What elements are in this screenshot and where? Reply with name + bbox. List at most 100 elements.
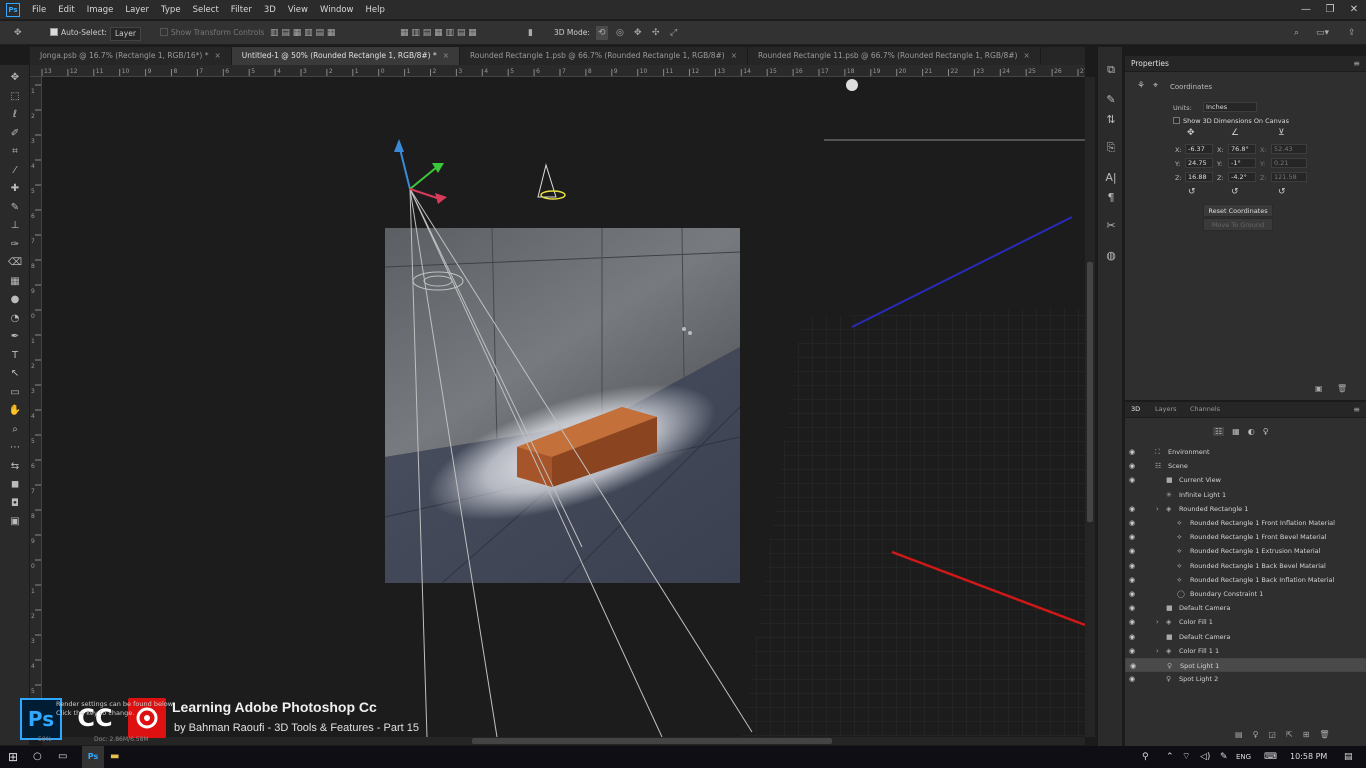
brush-settings-icon[interactable]: ✎ — [1098, 93, 1124, 106]
blur-tool-icon[interactable]: ● — [0, 291, 30, 309]
move-to-ground-button[interactable]: Move To Ground — [1203, 218, 1273, 231]
eyedropper-icon[interactable]: ⁄ — [0, 162, 30, 180]
coordinates-icon[interactable]: ⌖ — [1153, 81, 1158, 91]
auto-align-icon[interactable]: ▮ — [528, 26, 533, 40]
tab-3d[interactable]: 3D — [1131, 405, 1140, 413]
path-select-icon[interactable]: ↖ — [0, 365, 30, 383]
menu-help[interactable]: Help — [360, 0, 391, 20]
screen-mode-icon[interactable]: ▣ — [0, 513, 30, 531]
file-explorer-icon[interactable]: ▬ — [110, 746, 119, 768]
rot-z-field[interactable]: -4.2° — [1228, 172, 1256, 182]
lights-icon[interactable]: ♀ — [1263, 427, 1269, 436]
3d-layer-row[interactable]: ◉ ⟡ Rounded Rectangle 1 Extrusion Material — [1125, 544, 1366, 558]
quick-select-icon[interactable]: ✐ — [0, 125, 30, 143]
pen-tool-icon[interactable]: ✒ — [0, 328, 30, 346]
reset-rotation-icon[interactable]: ↺ — [1231, 187, 1239, 197]
doc-size[interactable]: Doc: 2.86M/6.58M — [94, 736, 149, 743]
zoom-tool-icon[interactable]: ⌕ — [0, 421, 30, 439]
menu-3d[interactable]: 3D — [258, 0, 282, 20]
document-canvas[interactable] — [42, 77, 1085, 737]
menu-image[interactable]: Image — [81, 0, 120, 20]
3d-layer-row[interactable]: ◉ ☷ Scene — [1125, 459, 1366, 473]
pos-y-field[interactable]: 24.75 — [1185, 158, 1213, 168]
healing-brush-icon[interactable]: ✚ — [0, 180, 30, 198]
gradient-icon[interactable]: ▦ — [0, 273, 30, 291]
3d-layer-row[interactable]: ✳ Infinite Light 1 — [1125, 488, 1366, 502]
3d-layer-row[interactable]: ◉ ⟡ Rounded Rectangle 1 Front Bevel Materi… — [1125, 530, 1366, 544]
menu-edit[interactable]: Edit — [52, 0, 80, 20]
light-cone-icon[interactable] — [537, 163, 566, 200]
visibility-eye-icon[interactable]: ◉ — [1129, 644, 1135, 658]
close-tab-icon[interactable]: × — [214, 51, 220, 60]
visibility-eye-icon[interactable]: ◉ — [1129, 672, 1135, 686]
scale-y-field[interactable]: 0.21 — [1271, 158, 1307, 168]
scale-z-field[interactable]: 121.58 — [1271, 172, 1307, 182]
auto-select-checkbox[interactable]: Auto-Select: — [50, 26, 107, 40]
crop-tool-icon[interactable]: ⌗ — [0, 143, 30, 161]
distribute-icons[interactable]: ▦ ▥ ▤ ▦ ▥ ▤ ▦ — [400, 26, 477, 40]
pen-icon[interactable]: ✎ — [1220, 746, 1228, 768]
scroll-thumb[interactable] — [472, 738, 832, 744]
infinite-light-icon[interactable] — [846, 79, 858, 91]
scale-x-field[interactable]: 52.43 — [1271, 144, 1307, 154]
dodge-tool-icon[interactable]: ◔ — [0, 310, 30, 328]
document-tab[interactable]: Jonga.psb @ 16.7% (Rectangle 1, RGB/16*)… — [30, 47, 232, 65]
align-icons[interactable]: ▥ ▤ ▦ ▥ ▤ ▦ — [270, 26, 335, 40]
visibility-eye-icon[interactable]: ◉ — [1129, 502, 1135, 516]
menu-filter[interactable]: Filter — [225, 0, 258, 20]
visibility-eye-icon[interactable]: ◉ — [1129, 459, 1135, 473]
type-tool-icon[interactable]: T — [0, 347, 30, 365]
add-light-icon[interactable]: ♀ — [1253, 730, 1259, 739]
vertical-scrollbar[interactable] — [1085, 77, 1095, 737]
pos-z-field[interactable]: 16.88 — [1185, 172, 1213, 182]
properties-tab-icon[interactable]: ⚘ — [1137, 81, 1145, 91]
history-brush-icon[interactable]: ✑ — [0, 236, 30, 254]
3d-layer-row[interactable]: ◉ › ◈ Color Fill 1 1 — [1125, 644, 1366, 658]
shape-tool-icon[interactable]: ▭ — [0, 384, 30, 402]
expand-chevron-icon[interactable]: › — [1156, 502, 1159, 516]
3d-layer-row[interactable]: ◉ › ◈ Color Fill 1 — [1125, 615, 1366, 629]
materials-icon[interactable]: ◐ — [1248, 427, 1255, 436]
visibility-eye-icon[interactable]: ◉ — [1129, 530, 1135, 544]
clone-stamp-icon[interactable]: ⊥ — [0, 217, 30, 235]
adjustments-icon[interactable]: ⇅ — [1098, 113, 1124, 126]
clone-source-icon[interactable]: ⎘ — [1098, 141, 1124, 155]
visibility-eye-icon[interactable]: ◉ — [1129, 516, 1135, 530]
clock[interactable]: 10:58 PM — [1290, 746, 1327, 768]
people-icon[interactable]: ⚲ — [1142, 746, 1149, 768]
panel-options-icon[interactable]: ▣ — [1315, 384, 1323, 393]
minimize-button[interactable]: — — [1294, 0, 1318, 20]
menu-type[interactable]: Type — [155, 0, 187, 20]
menu-file[interactable]: File — [26, 0, 52, 20]
marquee-tool-icon[interactable]: ⬚ — [0, 88, 30, 106]
reset-position-icon[interactable]: ↺ — [1188, 187, 1196, 197]
orbit-icon[interactable]: ⟲ — [596, 26, 608, 40]
paragraph-icon[interactable]: ¶ — [1098, 191, 1124, 204]
export-icon[interactable]: ⇱ — [1286, 730, 1293, 739]
visibility-eye-icon[interactable]: ◉ — [1129, 630, 1135, 644]
3d-icon[interactable]: ◍ — [1098, 249, 1124, 262]
3d-layer-row[interactable]: ◉ ⟡ Rounded Rectangle 1 Front Inflation Ma… — [1125, 516, 1366, 530]
mesh-from-icon[interactable]: ◲ — [1268, 730, 1276, 739]
document-tab[interactable]: Rounded Rectangle 11.psb @ 66.7% (Rounde… — [748, 47, 1041, 65]
units-dropdown[interactable]: Inches — [1203, 102, 1257, 112]
3d-layer-row[interactable]: ◉ ⛶ Environment — [1125, 445, 1366, 459]
3d-layer-row[interactable]: ◉ ♀ Spot Light 2 — [1125, 672, 1366, 686]
rot-y-field[interactable]: -1° — [1228, 158, 1256, 168]
visibility-eye-icon[interactable]: ◉ — [1129, 587, 1135, 601]
delete-icon[interactable]: 🗑 — [1337, 384, 1347, 393]
network-icon[interactable]: ⌔ — [1182, 746, 1190, 768]
3d-layer-row[interactable]: ◉ ■ Current View — [1125, 473, 1366, 487]
slide-icon[interactable]: ✣ — [652, 26, 660, 40]
search-icon[interactable]: ⌕ — [1294, 26, 1299, 40]
move-tool-icon[interactable]: ✥ — [14, 26, 22, 40]
visibility-eye-icon[interactable]: ◉ — [1129, 544, 1135, 558]
visibility-eye-icon[interactable]: ◉ — [1129, 473, 1135, 487]
history-icon[interactable]: ⧉ — [1098, 63, 1124, 77]
tab-layers[interactable]: Layers — [1155, 405, 1177, 413]
character-icon[interactable]: A| — [1098, 171, 1124, 184]
tray-expand-icon[interactable]: ⌃ — [1166, 746, 1174, 768]
move-tool-icon[interactable]: ✥ — [0, 69, 30, 87]
brush-tool-icon[interactable]: ✎ — [0, 199, 30, 217]
restore-button[interactable]: ❐ — [1318, 0, 1342, 20]
